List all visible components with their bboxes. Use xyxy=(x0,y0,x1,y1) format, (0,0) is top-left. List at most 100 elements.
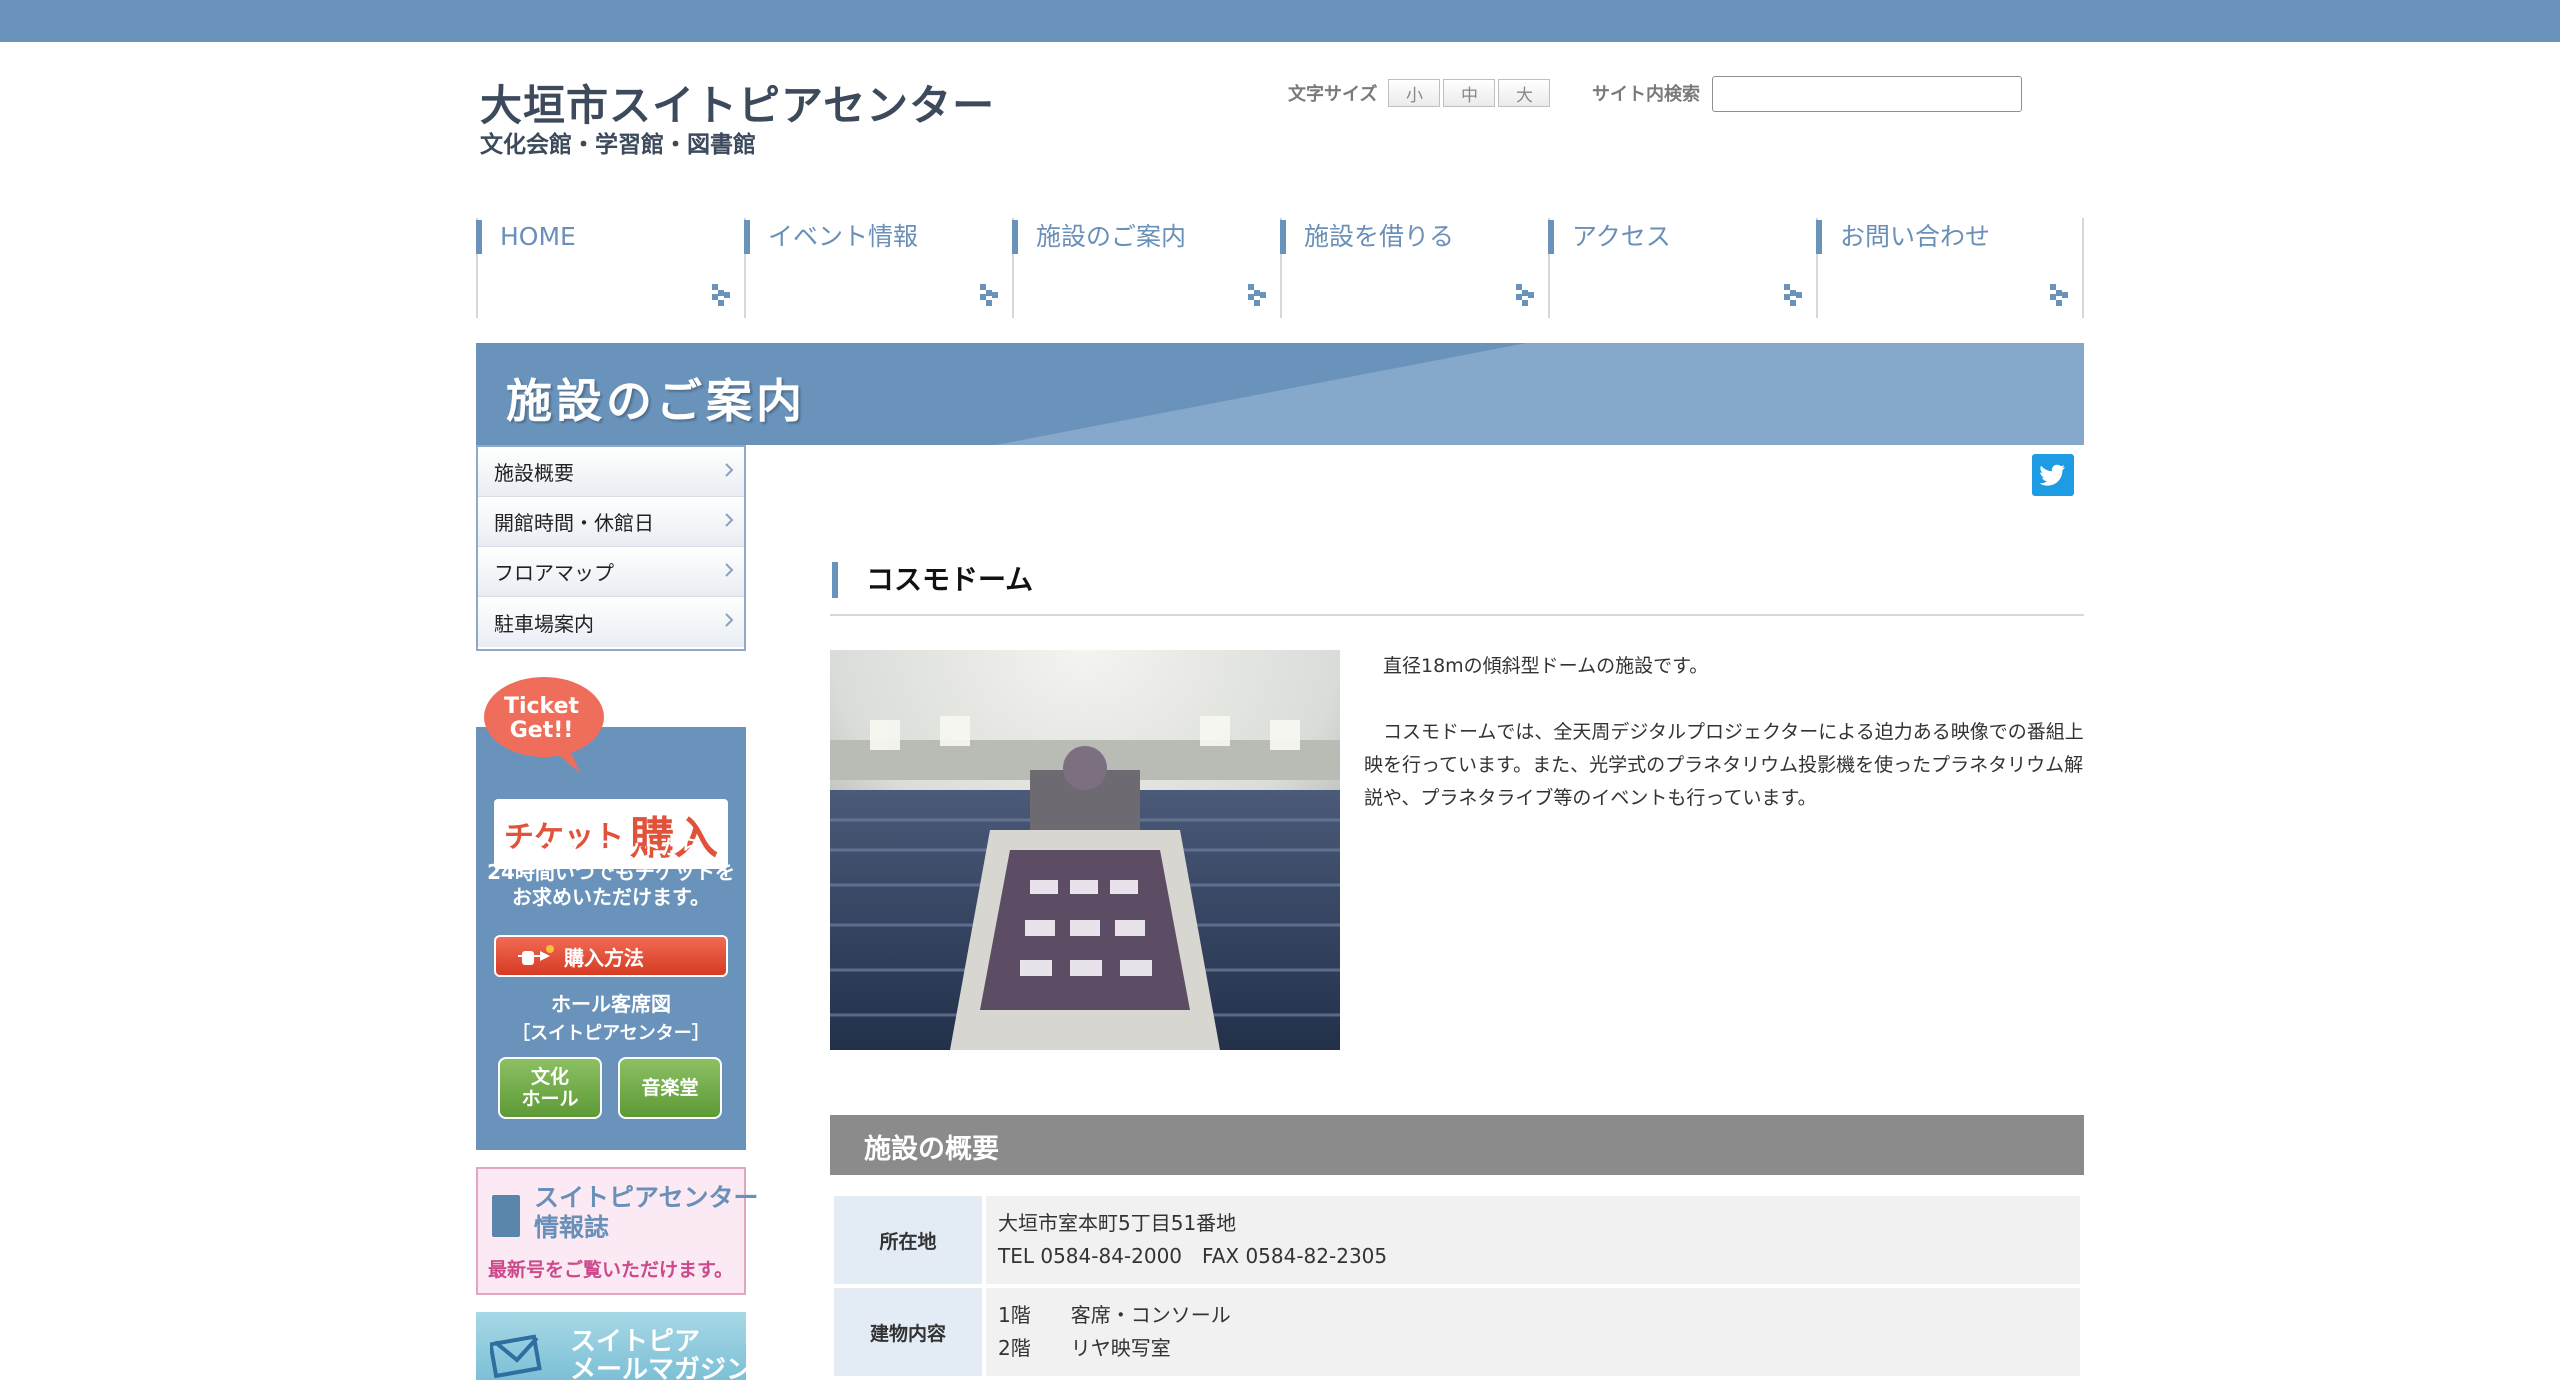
table-header-cell: 所在地 xyxy=(834,1196,982,1284)
chevron-right-icon xyxy=(725,463,734,477)
sidebar-item-floor-map[interactable]: フロアマップ xyxy=(478,547,744,597)
nav-item-home[interactable]: HOME xyxy=(476,218,744,318)
overview-title: 施設の概要 xyxy=(864,1134,999,1165)
nav-label: HOME xyxy=(500,222,576,251)
page-title-banner: 施設のご案内 xyxy=(476,343,2084,445)
envelope-icon xyxy=(490,1334,542,1378)
cell-line: TEL 0584-84-2000 FAX 0584-82-2305 xyxy=(998,1244,1388,1268)
seat-map-subtitle: ［スイトピアセンター］ xyxy=(512,1023,710,1044)
seat-map-title-line: ホール客席図 xyxy=(551,992,671,1016)
logo-subtitle: 文化会館・学習館・図書館 xyxy=(480,132,756,158)
pixel-arrow-icon xyxy=(712,284,730,306)
search-label: サイト内検索 xyxy=(1592,84,1700,105)
table-cell: 1階 客席・コンソール 2階 リヤ映写室 xyxy=(986,1288,2080,1376)
how-to-buy-button[interactable]: 購入方法 xyxy=(494,935,728,977)
mail-magazine-banner[interactable]: スイトピア メールマガジン xyxy=(476,1312,746,1380)
nav-accent-bar xyxy=(1548,220,1554,254)
music-hall-label: 音楽堂 xyxy=(641,1077,699,1099)
ticket-banner[interactable]: Ticket Get!! チケット 購入 インターネットから 24時間いつでもチ… xyxy=(476,675,746,1150)
top-color-strip xyxy=(0,0,2560,42)
mail-title-line: スイトピア xyxy=(570,1327,701,1357)
pixel-arrow-icon xyxy=(1784,284,1802,306)
sidebar-item-overview[interactable]: 施設概要 xyxy=(478,447,744,497)
ticket-desc-line: お求めいただけます。 xyxy=(512,885,710,909)
global-nav: HOME イベント情報 施設のご案内 施設を借りる アクセス お問い合わせ xyxy=(476,218,2084,318)
magazine-banner[interactable]: スイトピアセンター 情報誌 最新号をご覧いただけます。 xyxy=(476,1167,759,1295)
mail-title-line: メールマガジン xyxy=(570,1355,746,1380)
nav-item-contact[interactable]: お問い合わせ xyxy=(1816,218,2084,318)
nav-accent-bar xyxy=(744,220,750,254)
font-size-small-button[interactable]: 小 xyxy=(1388,79,1441,107)
sidebar-item-parking[interactable]: 駐車場案内 xyxy=(478,597,744,647)
section-title: コスモドーム xyxy=(866,563,1034,596)
nav-accent-bar xyxy=(1816,220,1822,254)
side-nav: 施設概要 開館時間・休館日 フロアマップ 駐車場案内 xyxy=(476,445,746,651)
planetarium-image xyxy=(830,650,1340,1050)
description-paragraph: 直径18mの傾斜型ドームの施設です。 xyxy=(1383,655,1709,677)
facility-info-table: 所在地 大垣市室本町5丁目51番地 TEL 0584-84-2000 FAX 0… xyxy=(830,1192,2084,1380)
magazine-title-line: 情報誌 xyxy=(534,1213,610,1242)
font-size-medium-button[interactable]: 中 xyxy=(1443,79,1496,107)
site-search: サイト内検索 xyxy=(1592,76,1700,110)
ticket-description: インターネットから 24時間いつでもチケットを お求めいただけます。 xyxy=(476,835,746,910)
nav-label: お問い合わせ xyxy=(1840,222,1991,251)
sidebar-item-hours[interactable]: 開館時間・休館日 xyxy=(478,497,744,547)
ticket-desc-line: 24時間いつでもチケットを xyxy=(487,860,735,884)
magazine-title: スイトピアセンター 情報誌 xyxy=(534,1183,759,1243)
pixel-arrow-icon xyxy=(1516,284,1534,306)
cell-line: 1階 客席・コンソール xyxy=(998,1303,1231,1327)
twitter-bird-icon xyxy=(2040,464,2065,486)
pixel-arrow-icon xyxy=(1248,284,1266,306)
logo-title: 大垣市スイトピアセンター xyxy=(480,81,996,130)
pointing-hand-icon xyxy=(518,945,554,965)
mail-magazine-title: スイトピア メールマガジン xyxy=(570,1328,746,1380)
section-heading: コスモドーム xyxy=(830,560,2084,616)
sidebar-item-label: 施設概要 xyxy=(494,461,574,485)
font-size-large-button[interactable]: 大 xyxy=(1498,79,1551,107)
nav-item-access[interactable]: アクセス xyxy=(1548,218,1816,318)
nav-label: アクセス xyxy=(1572,222,1671,251)
cell-line: 2階 リヤ映写室 xyxy=(998,1336,1171,1360)
nav-label: イベント情報 xyxy=(768,222,919,251)
ticket-bubble-text: Ticket Get!! xyxy=(503,694,580,743)
nav-accent-bar xyxy=(1280,220,1286,254)
book-icon xyxy=(492,1195,520,1237)
sidebar-item-label: 駐車場案内 xyxy=(494,611,594,636)
music-hall-button[interactable]: 音楽堂 xyxy=(618,1057,722,1119)
table-row: 所在地 大垣市室本町5丁目51番地 TEL 0584-84-2000 FAX 0… xyxy=(834,1196,2080,1284)
chevron-right-icon xyxy=(725,613,734,627)
page-title: 施設のご案内 xyxy=(506,374,806,428)
heading-accent-bar xyxy=(832,562,838,598)
cosmodome-photo xyxy=(830,650,1340,1050)
seat-map-title: ホール客席図 ［スイトピアセンター］ xyxy=(476,989,746,1049)
table-cell: 大垣市室本町5丁目51番地 TEL 0584-84-2000 FAX 0584-… xyxy=(986,1196,2080,1284)
table-header-cell: 建物内容 xyxy=(834,1288,982,1376)
description-paragraph: コスモドームでは、全天周デジタルプロジェクターによる迫力ある映像での番組上映を行… xyxy=(1364,721,2084,809)
twitter-share-button[interactable] xyxy=(2032,454,2074,496)
pixel-arrow-icon xyxy=(2050,284,2068,306)
cell-line: 大垣市室本町5丁目51番地 xyxy=(998,1211,1237,1235)
font-size-label: 文字サイズ xyxy=(1288,84,1378,105)
nav-item-facilities[interactable]: 施設のご案内 xyxy=(1012,218,1280,318)
sidebar-item-label: 開館時間・休館日 xyxy=(494,511,654,535)
how-to-buy-label: 購入方法 xyxy=(564,945,644,970)
magazine-subtitle: 最新号をご覧いただけます。 xyxy=(488,1259,734,1281)
sidebar-item-label: フロアマップ xyxy=(494,561,614,585)
facility-description: 直径18mの傾斜型ドームの施設です。 コスモドームでは、全天周デジタルプロジェク… xyxy=(1364,650,2084,848)
culture-hall-button[interactable]: 文化 ホール xyxy=(498,1057,602,1119)
pixel-arrow-icon xyxy=(980,284,998,306)
nav-label: 施設を借りる xyxy=(1304,222,1455,251)
culture-hall-label: 文化 ホール xyxy=(521,1066,579,1110)
magazine-title-line: スイトピアセンター xyxy=(534,1183,759,1212)
nav-accent-bar xyxy=(1012,220,1018,254)
search-input[interactable] xyxy=(1712,76,2022,112)
nav-item-rental[interactable]: 施設を借りる xyxy=(1280,218,1548,318)
chevron-right-icon xyxy=(725,513,734,527)
nav-accent-bar xyxy=(476,220,482,254)
nav-item-events[interactable]: イベント情報 xyxy=(744,218,1012,318)
site-logo[interactable]: 大垣市スイトピアセンター 文化会館・学習館・図書館 xyxy=(480,81,996,162)
chevron-right-icon xyxy=(725,563,734,577)
font-size-switcher: 文字サイズ 小 中 大 xyxy=(1288,76,1551,110)
nav-label: 施設のご案内 xyxy=(1036,222,1187,251)
table-row: 建物内容 1階 客席・コンソール 2階 リヤ映写室 xyxy=(834,1288,2080,1376)
